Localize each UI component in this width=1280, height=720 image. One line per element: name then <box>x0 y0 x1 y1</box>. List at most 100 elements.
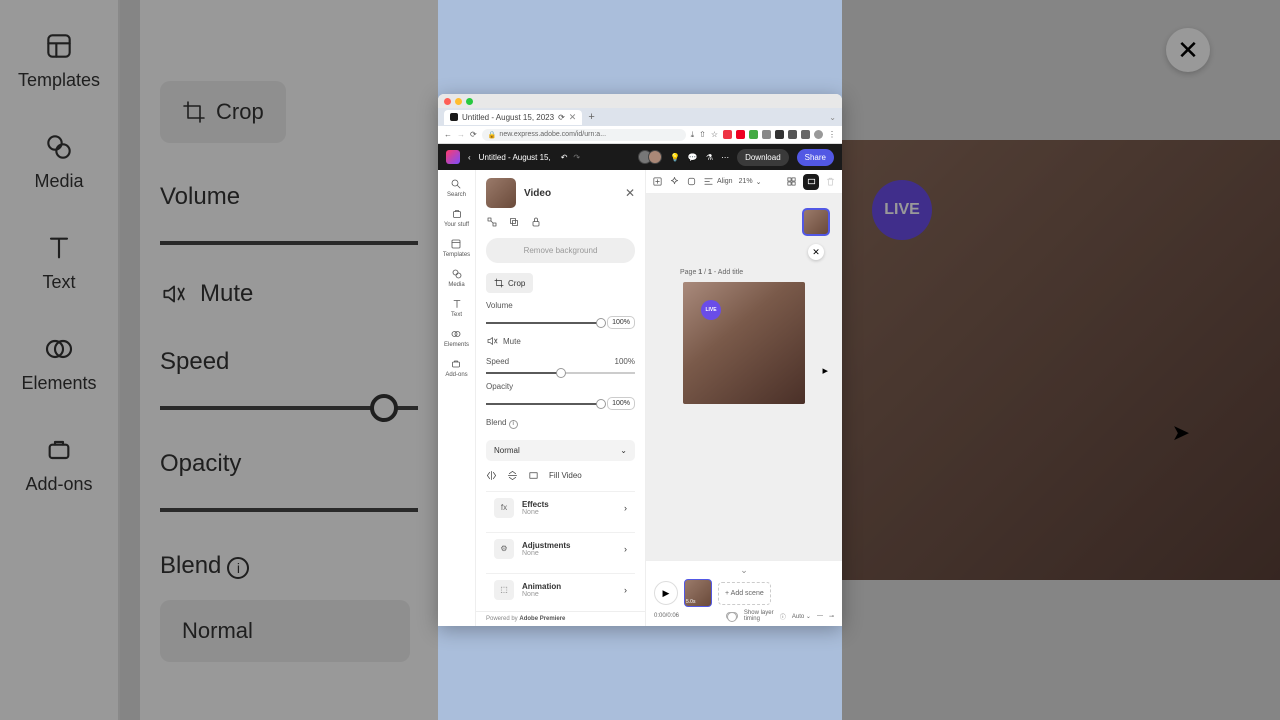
duplicate-icon[interactable] <box>508 216 520 228</box>
rail-elements[interactable]: Elements <box>444 328 469 348</box>
tab-favicon <box>450 113 458 121</box>
kebab-menu-icon[interactable]: ⋮ <box>828 130 836 139</box>
redo-icon[interactable]: ↷ <box>573 153 580 162</box>
fill-video-icon[interactable] <box>528 470 539 481</box>
adjustments-row[interactable]: ⚙ AdjustmentsNone › <box>486 532 635 565</box>
more-icon[interactable]: ⋯ <box>721 153 729 162</box>
nav-reload-icon[interactable]: ⟳ <box>470 130 477 139</box>
layer-thumbnail[interactable] <box>802 208 830 236</box>
beaker-icon[interactable]: ⚗ <box>706 153 713 162</box>
panel-close-icon[interactable]: ✕ <box>625 186 635 200</box>
lock-icon[interactable] <box>530 216 542 228</box>
resize-icon[interactable] <box>486 216 498 228</box>
flip-horizontal-icon[interactable] <box>486 470 497 481</box>
layer-close-icon[interactable]: ✕ <box>808 244 824 260</box>
sparkle-icon[interactable] <box>669 176 680 187</box>
share-button[interactable]: Share <box>797 149 834 166</box>
shape-icon[interactable] <box>686 176 697 187</box>
nav-back-icon[interactable]: ← <box>444 130 452 139</box>
browser-tabbar: Untitled - August 15, 2023 ⟳ ✕ + ⌄ <box>438 108 842 126</box>
tabbar-chevron-icon[interactable]: ⌄ <box>829 113 836 122</box>
bg-templates: Templates <box>18 30 100 91</box>
timeline-collapse-icon[interactable]: ⌄ <box>740 565 748 576</box>
blend-select[interactable]: Normal⌄ <box>486 440 635 461</box>
canvas[interactable]: ✕ Page 1 / 1 - Add title LIVE ▸ <box>646 194 842 560</box>
install-icon[interactable]: ⤓ <box>691 130 695 140</box>
ext-icon[interactable] <box>801 130 810 139</box>
grid-icon[interactable] <box>786 176 797 187</box>
back-icon[interactable]: ‹ <box>468 153 471 162</box>
timeline-clip[interactable]: 5.0s <box>684 579 712 607</box>
animation-row[interactable]: ⬚ AnimationNone › <box>486 573 635 606</box>
comment-icon[interactable]: 💬 <box>688 153 698 162</box>
opacity-slider[interactable] <box>486 403 601 405</box>
bookmark-icon[interactable]: ☆ <box>711 130 718 139</box>
bg-speed-slider <box>160 406 418 410</box>
bg-volume-label: Volume <box>160 183 418 211</box>
rail-text[interactable]: Text <box>451 298 463 318</box>
timing-info-icon[interactable]: ⓘ <box>780 612 786 621</box>
bg-volume-slider <box>160 241 418 245</box>
ext-icon[interactable] <box>723 130 732 139</box>
cursor-icon: ▸ <box>822 364 828 377</box>
mute-button[interactable]: Mute <box>476 331 645 351</box>
url-field[interactable]: 🔒 new.express.adobe.com/id/urn:a... <box>482 129 686 141</box>
video-on-canvas[interactable]: LIVE <box>683 282 805 404</box>
traffic-light-maximize[interactable] <box>466 98 473 105</box>
rail-media[interactable]: Media <box>448 268 464 288</box>
rail-addons[interactable]: Add-ons <box>445 358 467 378</box>
page-indicator[interactable]: Page 1 / 1 - Add title <box>680 269 743 276</box>
view-mode-icon[interactable] <box>803 174 819 190</box>
tab-reload-icon[interactable]: ⟳ <box>558 113 565 122</box>
delete-icon[interactable] <box>825 176 836 187</box>
traffic-light-minimize[interactable] <box>455 98 462 105</box>
flip-vertical-icon[interactable] <box>507 470 518 481</box>
browser-tab[interactable]: Untitled - August 15, 2023 ⟳ ✕ <box>444 110 582 125</box>
panel-title: Video <box>524 188 551 199</box>
volume-value[interactable]: 100% <box>607 316 635 329</box>
add-scene-button[interactable]: + Add scene <box>718 582 771 605</box>
lightbulb-icon[interactable]: 💡 <box>670 153 680 162</box>
undo-icon[interactable]: ↶ <box>561 153 568 162</box>
remove-background-button[interactable]: Remove background <box>486 238 635 263</box>
document-title[interactable]: Untitled - August 15, <box>479 153 551 162</box>
share-link-icon[interactable]: ⇧ <box>699 130 706 139</box>
ext-icon[interactable] <box>788 130 797 139</box>
volume-slider[interactable] <box>486 322 601 324</box>
collaborators[interactable] <box>638 150 662 164</box>
zoom-slider-icon[interactable]: ⊸ <box>829 613 834 620</box>
blend-label: Blend i <box>486 418 635 429</box>
chevron-right-icon: › <box>624 503 627 513</box>
auto-dropdown[interactable]: Auto ⌄ <box>792 613 811 620</box>
speed-slider[interactable] <box>486 372 635 374</box>
zoom-out-icon[interactable]: — <box>817 613 823 619</box>
ext-icon[interactable] <box>736 130 745 139</box>
layer-timing-toggle[interactable] <box>726 612 738 620</box>
ext-icon[interactable] <box>749 130 758 139</box>
effects-row[interactable]: fx EffectsNone › <box>486 491 635 524</box>
new-tab-button[interactable]: + <box>588 111 594 123</box>
profile-avatar[interactable] <box>814 130 823 139</box>
add-image-icon[interactable] <box>652 176 663 187</box>
play-button[interactable]: ▶ <box>654 581 678 605</box>
bg-elements: Elements <box>21 333 96 394</box>
bg-blend-label: Blendi <box>160 552 418 580</box>
rail-search[interactable]: Search <box>447 178 466 198</box>
download-button[interactable]: Download <box>737 149 789 166</box>
app-window: Untitled - August 15, 2023 ⟳ ✕ + ⌄ ← → ⟳… <box>438 94 842 626</box>
ext-icon[interactable] <box>762 130 771 139</box>
puzzle-icon[interactable] <box>775 130 784 139</box>
rail-templates[interactable]: Templates <box>443 238 470 258</box>
opacity-value[interactable]: 100% <box>607 397 635 410</box>
fill-video-label[interactable]: Fill Video <box>549 471 582 480</box>
crop-button[interactable]: Crop <box>486 273 533 293</box>
url-text: new.express.adobe.com/id/urn:a... <box>499 131 606 138</box>
adobe-express-logo[interactable] <box>446 150 460 164</box>
rail-your-stuff[interactable]: Your stuff <box>444 208 469 228</box>
zoom-dropdown[interactable]: 21%⌄ <box>739 178 762 186</box>
tab-close-icon[interactable]: ✕ <box>569 112 577 123</box>
nav-forward-icon[interactable]: → <box>457 130 465 139</box>
traffic-light-close[interactable] <box>444 98 451 105</box>
align-dropdown[interactable]: Align <box>703 176 733 187</box>
bg-speed-label: Speed <box>160 348 418 376</box>
